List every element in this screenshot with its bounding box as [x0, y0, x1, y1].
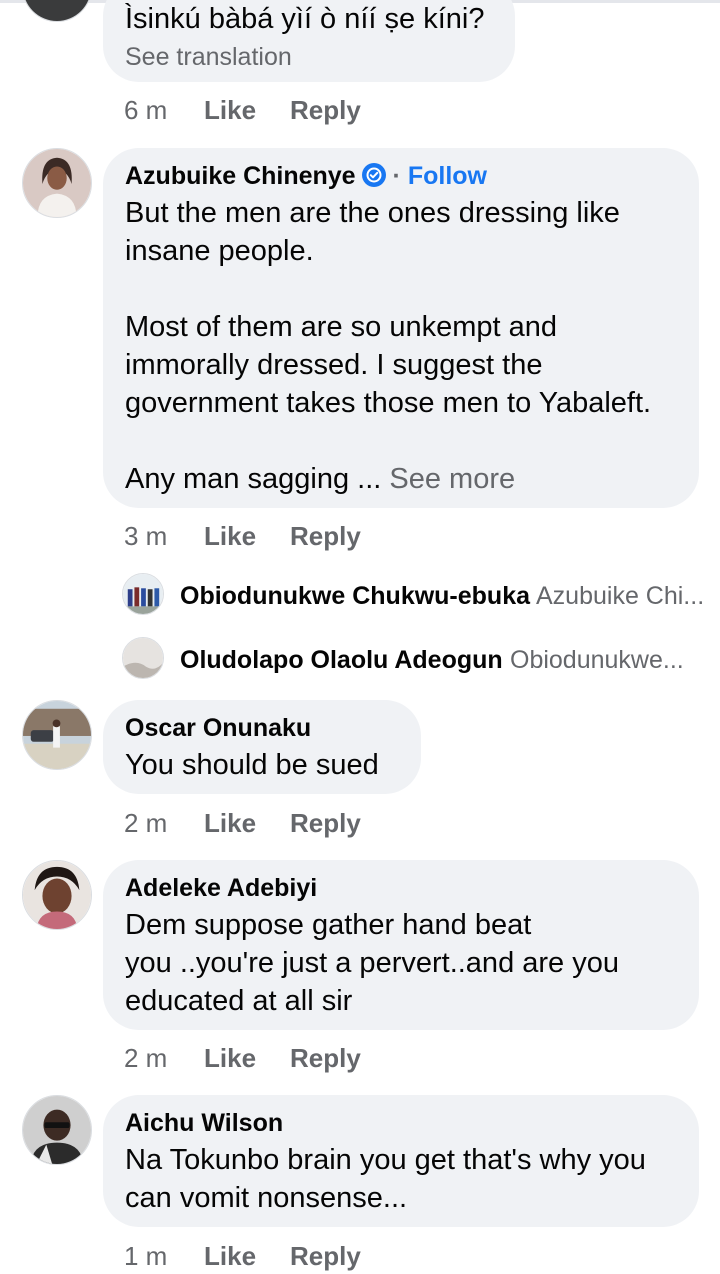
- commenter-avatar[interactable]: [22, 700, 92, 770]
- comment-text-line: insane people.: [125, 235, 314, 267]
- reply-button[interactable]: Reply: [290, 1043, 361, 1074]
- follow-button[interactable]: Follow: [408, 162, 487, 190]
- reply-avatar[interactable]: [122, 573, 164, 615]
- comment-time: 2 m: [124, 808, 168, 838]
- verified-badge-icon: [361, 163, 386, 187]
- comment-actions: 2 m Like Reply: [124, 808, 361, 839]
- reply-button[interactable]: Reply: [290, 95, 361, 126]
- commenter-name-row: Azubuike Chinenye · Follow: [125, 162, 487, 191]
- commenter-name[interactable]: Oscar Onunaku: [125, 714, 311, 743]
- comment-actions: 2 m Like Reply: [124, 1043, 361, 1074]
- comment-actions: 3 m Like Reply: [124, 521, 361, 552]
- comment-text: You should be sued: [125, 749, 379, 781]
- commenter-avatar[interactable]: [22, 1095, 92, 1165]
- comment-actions: 6 m Like Reply: [124, 95, 361, 126]
- see-translation-link[interactable]: See translation: [125, 38, 292, 76]
- comment-time: 2 m: [124, 1043, 168, 1073]
- commenter-avatar[interactable]: [22, 148, 92, 218]
- comment-text-line: government takes those men to Yabaleft.: [125, 387, 652, 419]
- commenter-name[interactable]: Azubuike Chinenye: [125, 162, 356, 190]
- comment-bubble: Oscar Onunaku You should be sued: [103, 700, 421, 794]
- like-button[interactable]: Like: [204, 1043, 290, 1074]
- comment-text-line: educated at all sir: [125, 985, 353, 1017]
- comment-bubble: Azubuike Chinenye · Follow But the men a…: [103, 148, 699, 508]
- comment-time: 6 m: [124, 95, 168, 125]
- reply-name[interactable]: Oludolapo Olaolu Adeogun: [180, 646, 503, 675]
- comment-time: 1 m: [124, 1241, 168, 1271]
- comment-bubble: Aichu Wilson Na Tokunbo brain you get th…: [103, 1095, 699, 1227]
- commenter-avatar[interactable]: [22, 0, 92, 22]
- reply-button[interactable]: Reply: [290, 1241, 361, 1272]
- comment-text-line: can vomit nonsense...: [125, 1182, 408, 1214]
- comment-bubble: Adeleke Adebiyi Dem suppose gather hand …: [103, 860, 699, 1030]
- comment-text: Ìsinkú bàbá yìí ò níí ṣe kíni?: [125, 3, 485, 35]
- comment-text-line: Na Tokunbo brain you get that's why you: [125, 1144, 646, 1176]
- reply-preview-text-wrap: Azubuike Chi...: [536, 582, 704, 611]
- comment-time: 3 m: [124, 521, 168, 551]
- reply-name[interactable]: Obiodunukwe Chukwu-ebuka: [180, 582, 530, 611]
- separator-dot: ·: [392, 162, 401, 190]
- like-button[interactable]: Like: [204, 1241, 290, 1272]
- reply-avatar[interactable]: [122, 637, 164, 679]
- comment-text-line: Most of them are so unkempt and: [125, 311, 557, 343]
- reply-button[interactable]: Reply: [290, 521, 361, 552]
- reply-preview-text-wrap: Obiodunukwe...: [510, 646, 684, 675]
- like-button[interactable]: Like: [204, 808, 290, 839]
- comment-text-line: immorally dressed. I suggest the: [125, 349, 543, 381]
- comment-bubble: Ìsinkú bàbá yìí ò níí ṣe kíni? See trans…: [103, 0, 515, 82]
- commenter-name[interactable]: Adeleke Adebiyi: [125, 874, 317, 903]
- comment-text-line: Dem suppose gather hand beat: [125, 909, 532, 941]
- commenter-avatar[interactable]: [22, 860, 92, 930]
- reply-text: Obiodunukwe...: [510, 646, 684, 674]
- commenter-name[interactable]: Aichu Wilson: [125, 1109, 283, 1138]
- like-button[interactable]: Like: [204, 521, 290, 552]
- like-button[interactable]: Like: [204, 95, 290, 126]
- comment-text-line: you ..you're just a pervert..and are you: [125, 947, 619, 979]
- comment-text-line: Any man sagging ... See more: [125, 460, 515, 498]
- see-more-link[interactable]: See more: [389, 463, 515, 495]
- comment-text-line: But the men are the ones dressing like: [125, 197, 620, 229]
- reply-text: Azubuike Chi...: [536, 582, 705, 610]
- reply-button[interactable]: Reply: [290, 808, 361, 839]
- comment-actions: 1 m Like Reply: [124, 1241, 361, 1272]
- comment-text-truncated: Any man sagging ...: [125, 463, 382, 495]
